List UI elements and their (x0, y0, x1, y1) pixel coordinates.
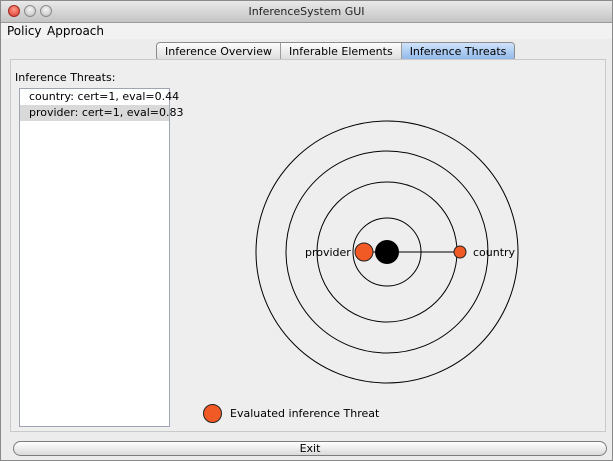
list-item-provider[interactable]: provider: cert=1, eval=0.83 (20, 105, 183, 121)
threats-list-heading: Inference Threats: (15, 71, 116, 84)
menu-approach[interactable]: Approach (47, 24, 104, 38)
threat-legend-label: Evaluated inference Threat (230, 407, 380, 420)
tab-inference-overview[interactable]: Inference Overview (157, 43, 281, 60)
title-bar: InferenceSystem GUI (1, 1, 612, 23)
exit-button[interactable]: Exit (13, 441, 607, 456)
country-threat-node[interactable] (453, 245, 467, 259)
inference-threat-visualization: provider country (255, 120, 519, 384)
center-node (375, 240, 399, 264)
provider-threat-node[interactable] (354, 242, 374, 262)
app-window: InferenceSystem GUI Policy Approach Infe… (0, 0, 613, 461)
menu-policy[interactable]: Policy (7, 24, 42, 38)
provider-node-label: provider (305, 246, 351, 259)
threat-legend-icon (203, 404, 222, 423)
list-item-country[interactable]: country: cert=1, eval=0.44 (20, 89, 179, 105)
window-title: InferenceSystem GUI (248, 5, 365, 18)
threats-list[interactable]: country: cert=1, eval=0.44 provider: cer… (19, 88, 183, 427)
menu-bar: Policy Approach (1, 23, 612, 39)
country-node-label: country (473, 246, 516, 259)
tab-inference-threats[interactable]: Inference Threats (401, 43, 515, 60)
tab-inferable-elements[interactable]: Inferable Elements (281, 43, 402, 60)
